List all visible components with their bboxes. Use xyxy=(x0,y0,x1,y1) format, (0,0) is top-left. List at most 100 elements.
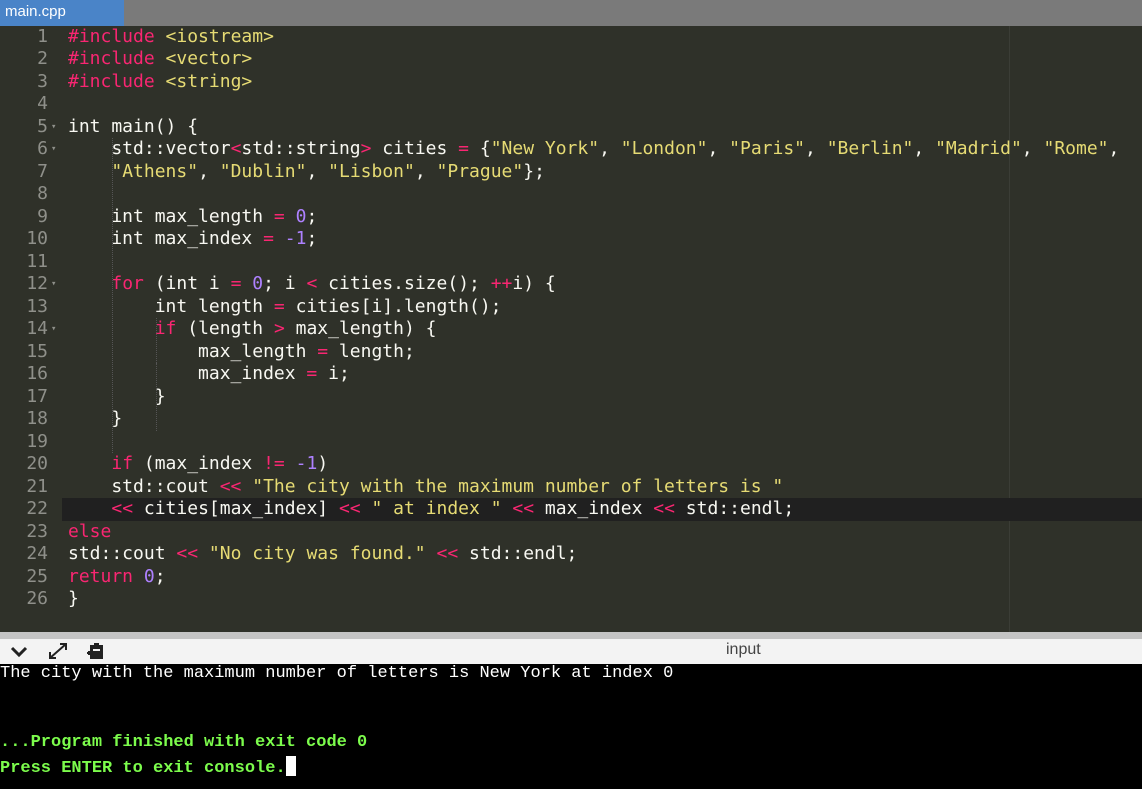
code-line[interactable]: } xyxy=(68,386,166,409)
line-number: 12 xyxy=(26,273,48,294)
code-token: } xyxy=(68,385,166,407)
code-line[interactable]: #include <string> xyxy=(68,71,252,94)
code-line[interactable]: std::cout << "The city with the maximum … xyxy=(68,476,783,499)
code-token: return xyxy=(68,565,134,587)
code-token: std::endl; xyxy=(674,498,795,519)
code-editor[interactable]: 1 2 3 4 5 ▾ 6 ▾ 7 8 9 10 11 12 ▾ 13 14 ▾ 15 16 17 18 19 20 21 22 2… xyxy=(0,26,1142,632)
code-line[interactable]: #include <vector> xyxy=(68,48,252,71)
input-label[interactable]: input xyxy=(726,639,761,664)
code-line[interactable]: if (length > max_length) { xyxy=(68,318,437,341)
chevron-down-icon[interactable] xyxy=(8,641,30,661)
code-line[interactable]: std::vector<std::string> cities = {"New … xyxy=(68,138,1119,161)
code-token: }; xyxy=(523,160,545,182)
line-number: 2 xyxy=(37,48,48,69)
fold-arrow-icon[interactable]: ▾ xyxy=(51,138,59,161)
code-token: ; xyxy=(306,228,318,249)
code-line[interactable]: return 0; xyxy=(68,566,166,589)
code-token: std::string xyxy=(241,138,361,159)
code-token: int max_index xyxy=(68,228,264,249)
panel-splitter[interactable] xyxy=(0,632,1142,639)
code-token: i) { xyxy=(512,273,556,294)
code-line[interactable]: if (max_index != -1) xyxy=(68,453,328,476)
code-token: max_length xyxy=(68,340,318,362)
code-token: cities[max_index] xyxy=(133,498,339,519)
line-number: 25 xyxy=(26,565,48,587)
code-token: , xyxy=(913,138,936,159)
tab-main-cpp[interactable]: main.cpp xyxy=(0,0,124,26)
code-token: #include xyxy=(68,70,155,92)
line-number: 17 xyxy=(26,385,48,407)
line-number: 7 xyxy=(37,160,48,182)
fold-arrow-icon[interactable]: ▾ xyxy=(51,318,59,341)
code-token: "No city was found." xyxy=(208,543,426,564)
line-number: 4 xyxy=(37,93,48,114)
code-token: , xyxy=(1108,138,1120,159)
code-token: << xyxy=(512,498,535,519)
code-line[interactable]: #include <iostream> xyxy=(68,26,274,48)
code-token: } xyxy=(68,408,123,429)
code-token: "Paris" xyxy=(729,138,806,159)
code-line[interactable]: else xyxy=(68,521,111,544)
code-line[interactable]: } xyxy=(68,588,79,611)
code-token: max_index xyxy=(534,498,654,519)
code-line[interactable]: int max_index = -1; xyxy=(68,228,317,251)
code-token: " at index " xyxy=(371,498,502,519)
line-number: 8 xyxy=(37,183,48,204)
code-token: <iostream> xyxy=(165,26,274,47)
code-token: "London" xyxy=(620,138,708,159)
fold-arrow-icon[interactable]: ▾ xyxy=(51,116,59,139)
line-number: 6 xyxy=(37,138,48,159)
code-token: ) xyxy=(317,453,329,474)
code-token: , xyxy=(805,138,827,159)
code-token: "Madrid" xyxy=(935,138,1022,159)
code-line[interactable]: int main() { xyxy=(68,116,198,139)
code-token: << xyxy=(436,543,459,564)
code-token: std::endl; xyxy=(458,543,578,564)
code-token: <string> xyxy=(165,70,253,92)
code-token: else xyxy=(68,520,112,542)
code-token: if xyxy=(154,318,177,339)
code-line[interactable]: << cities[max_index] << " at index " << … xyxy=(68,498,794,521)
code-line[interactable]: int max_length = 0; xyxy=(68,206,317,229)
line-number: 24 xyxy=(26,543,48,564)
code-line[interactable]: max_index = i; xyxy=(68,363,350,386)
code-token: ; i xyxy=(263,273,307,294)
line-number: 13 xyxy=(26,295,48,317)
clipboard-icon[interactable] xyxy=(85,641,107,661)
code-token: ; xyxy=(154,565,166,587)
code-line[interactable]: int length = cities[i].length(); xyxy=(68,296,502,319)
code-token: "Dublin" xyxy=(219,160,307,182)
console-output[interactable]: The city with the maximum number of lett… xyxy=(0,664,1142,789)
line-number: 3 xyxy=(37,70,48,92)
code-token: #include xyxy=(68,26,155,47)
code-token: int length xyxy=(68,295,274,317)
fold-arrow-icon[interactable]: ▾ xyxy=(51,273,59,296)
code-token: } xyxy=(68,588,79,609)
code-token: #include xyxy=(68,48,155,69)
code-area[interactable]: #include <iostream> #include <vector> #inc… xyxy=(62,26,1142,632)
expand-icon[interactable] xyxy=(47,641,69,661)
code-line[interactable]: for (int i = 0; i < cities.size(); ++i) … xyxy=(68,273,556,296)
code-token: (max_index xyxy=(133,453,264,474)
code-token: max_index xyxy=(68,363,307,384)
code-token: "New York" xyxy=(490,138,600,159)
code-token: = xyxy=(317,340,329,362)
code-line[interactable]: max_length = length; xyxy=(68,341,415,364)
code-token: , xyxy=(1021,138,1044,159)
code-token: = xyxy=(273,295,285,317)
code-line[interactable]: std::cout << "No city was found." << std… xyxy=(68,543,577,566)
code-token: , xyxy=(414,160,437,182)
code-line[interactable]: "Athens", "Dublin", "Lisbon", "Prague"}; xyxy=(68,161,545,184)
code-line[interactable]: } xyxy=(68,408,122,431)
line-number: 14 xyxy=(26,318,48,339)
line-number: 9 xyxy=(37,205,48,227)
code-token: << xyxy=(111,498,134,519)
